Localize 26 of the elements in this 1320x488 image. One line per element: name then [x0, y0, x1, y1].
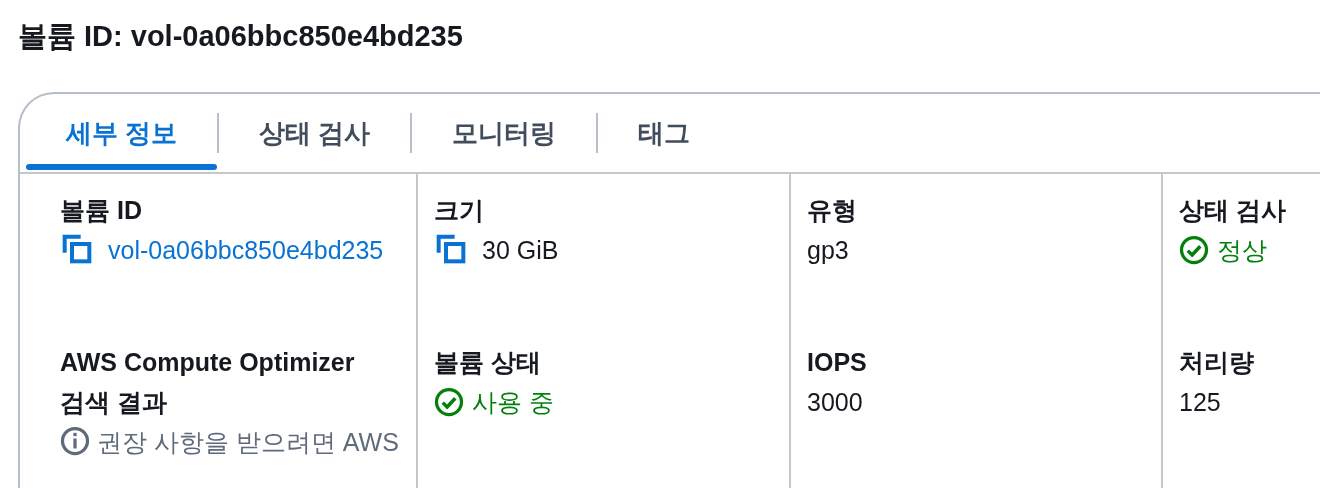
field-value: gp3 — [807, 235, 849, 266]
field-label: AWS Compute Optimizer 검색 결과 — [60, 347, 356, 418]
tab[interactable]: 태그 — [598, 94, 731, 172]
field-label: IOPS — [807, 347, 868, 378]
tab[interactable]: 세부 정보 — [26, 94, 218, 172]
page-title: 볼륨 ID: vol-0a06bbc850e4bd235 — [18, 19, 464, 54]
copy-icon[interactable] — [62, 234, 94, 266]
copy-icon[interactable] — [436, 234, 468, 266]
field-label: 크기 — [434, 195, 485, 226]
field-label: 볼륨 상태 — [434, 347, 542, 378]
field-value: 125 — [1179, 387, 1221, 418]
tab[interactable]: 모니터링 — [412, 94, 597, 172]
field-value: 3000 — [807, 387, 863, 418]
info-text: 권장 사항을 받으려면 AWS — [60, 422, 408, 462]
tab[interactable]: 상태 검사 — [219, 94, 411, 172]
status-text: 정상 — [1217, 235, 1267, 266]
info-icon — [60, 426, 90, 456]
status-text: 사용 중 — [472, 387, 554, 418]
check-circle-icon — [1179, 235, 1209, 265]
field-label: 유형 — [807, 195, 858, 226]
volume-id-link[interactable]: vol-0a06bbc850e4bd235 — [108, 230, 384, 270]
field-label: 볼륨 ID — [60, 195, 143, 226]
field-label: 상태 검사 — [1179, 195, 1287, 226]
field-label: 처리량 — [1179, 347, 1255, 378]
check-circle-icon — [434, 387, 464, 417]
field-value: 30 GiB — [482, 235, 559, 266]
